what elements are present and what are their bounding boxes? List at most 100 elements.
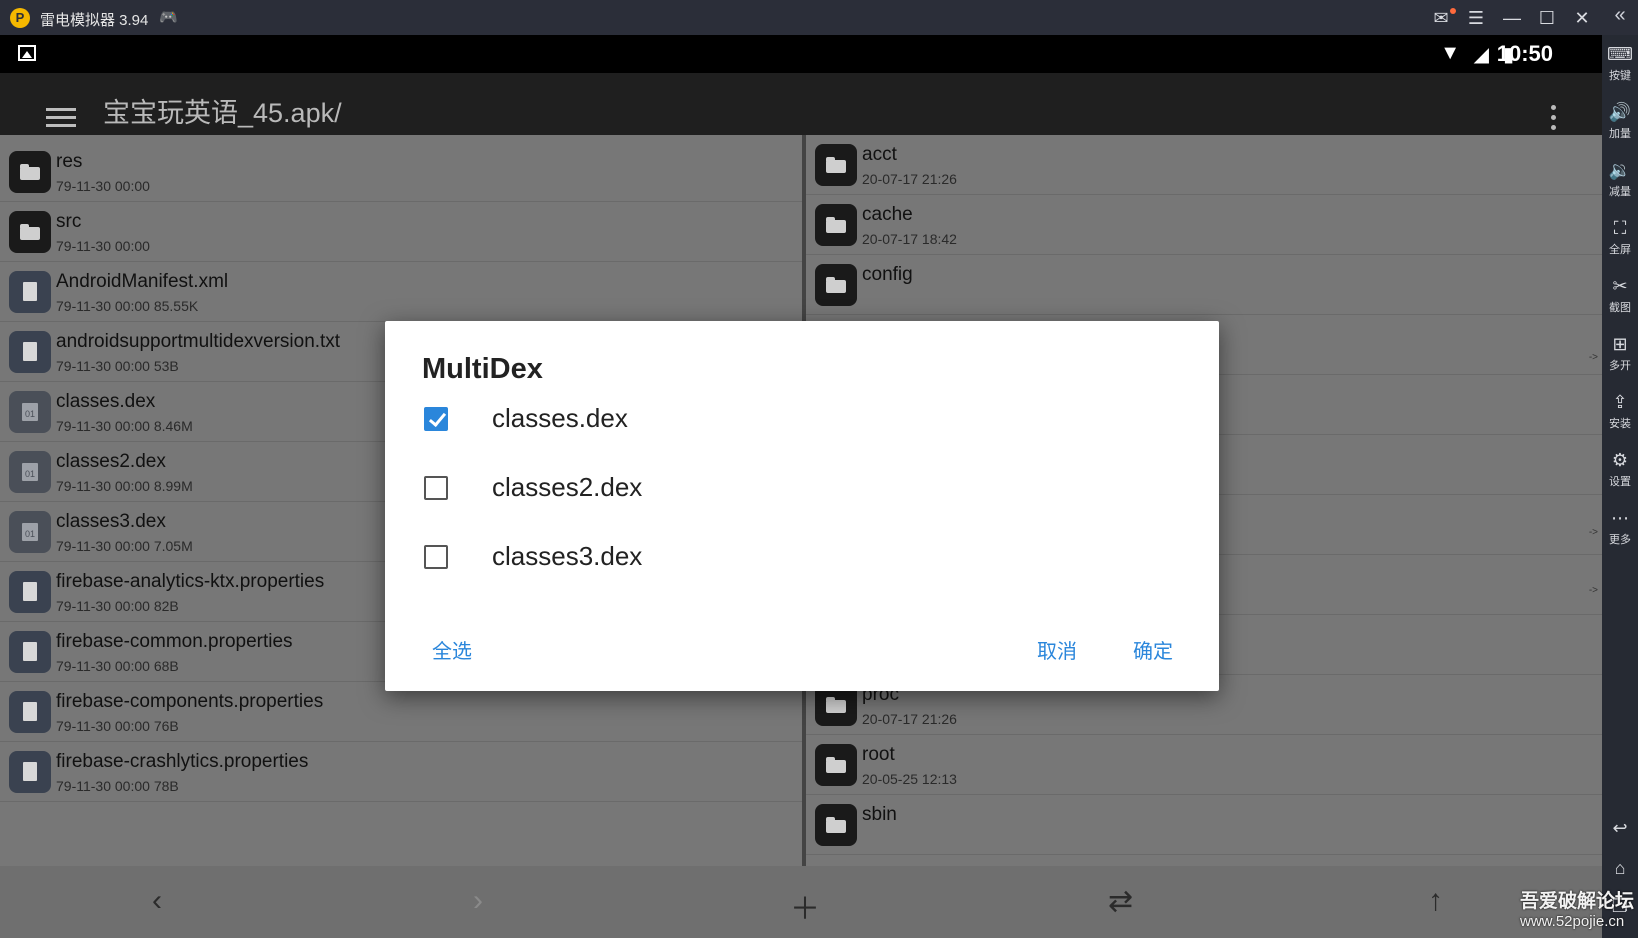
dex-option[interactable]: classes2.dex	[424, 466, 1124, 514]
select-all-button[interactable]: 全选	[432, 635, 472, 664]
dex-option-label: classes2.dex	[492, 472, 643, 502]
image-notification-icon	[18, 45, 36, 61]
file-row[interactable]: res 79-11-30 00:00	[0, 142, 802, 202]
file-meta: 79-11-30 00:00	[56, 238, 150, 254]
sidebar-item-fullscreen[interactable]: ⛶ 全屏	[1602, 217, 1638, 257]
minimize-button[interactable]: —	[1498, 5, 1526, 31]
file-meta: 79-11-30 00:00 53B	[56, 358, 179, 374]
home-nav-icon[interactable]: ⌂	[1602, 857, 1638, 879]
sidebar-item-more[interactable]: ⋯ 更多	[1602, 507, 1638, 547]
back-arrow-icon[interactable]: ‹	[152, 884, 162, 918]
file-name: firebase-components.properties	[56, 691, 324, 712]
sidebar-item-volume-down[interactable]: 🔉 减量	[1602, 159, 1638, 199]
sidebar-item-scissors[interactable]: ✂ 截图	[1602, 275, 1638, 315]
file-name: AndroidManifest.xml	[56, 271, 229, 292]
close-button[interactable]: ✕	[1568, 5, 1596, 31]
collapse-sidebar-icon[interactable]: «	[1602, 4, 1638, 27]
file-name: src	[56, 211, 82, 232]
dex-checkbox[interactable]	[424, 476, 448, 500]
menu-icon[interactable]: ☰	[1462, 5, 1490, 31]
file-row[interactable]: firebase-components.properties 79-11-30 0…	[0, 682, 802, 742]
sidebar-label: 设置	[1609, 476, 1631, 488]
file-name: firebase-analytics-ktx.properties	[56, 571, 325, 592]
file-meta: 79-11-30 00:00 68B	[56, 658, 179, 674]
ok-button[interactable]: 确定	[1133, 635, 1173, 664]
up-directory-icon[interactable]: ↑	[1428, 884, 1443, 918]
file-name: classes.dex	[56, 391, 156, 412]
hamburger-menu-icon[interactable]	[46, 108, 76, 128]
sidebar-item-gear[interactable]: ⚙ 设置	[1602, 449, 1638, 489]
folder-icon	[9, 151, 51, 193]
sidebar-item-multi-open[interactable]: ⊞ 多开	[1602, 333, 1638, 373]
keyboard-icon: ⌨	[1607, 44, 1633, 64]
sidebar-item-apk-install[interactable]: ⇪ 安装	[1602, 391, 1638, 431]
sidebar-item-volume-up[interactable]: 🔊 加量	[1602, 101, 1638, 141]
sidebar-label: 截图	[1609, 302, 1631, 314]
forward-arrow-icon[interactable]: ›	[473, 884, 483, 918]
document-icon	[9, 331, 51, 373]
dex-option[interactable]: classes3.dex	[424, 535, 1124, 583]
file-name: firebase-crashlytics.properties	[56, 751, 309, 772]
file-meta: 79-11-30 00:00 78B	[56, 778, 179, 794]
fullscreen-icon: ⛶	[1613, 218, 1627, 238]
file-row[interactable]: firebase-crashlytics.properties 79-11-30 …	[0, 742, 802, 802]
folder-icon	[9, 211, 51, 253]
dialog-title: MultiDex	[422, 353, 543, 385]
dex-option[interactable]: classes.dex	[424, 397, 1124, 445]
file-meta: 79-11-30 00:00 76B	[56, 718, 179, 734]
volume-up-icon: 🔊	[1608, 102, 1632, 122]
sidebar-label: 全屏	[1609, 244, 1631, 256]
file-row[interactable]: sbin	[806, 795, 1602, 855]
document-icon	[9, 751, 51, 793]
folder-icon	[815, 264, 857, 306]
file-name: config	[862, 264, 913, 285]
cancel-button[interactable]: 取消	[1037, 635, 1077, 664]
file-row[interactable]: root 20-05-25 12:13	[806, 735, 1602, 795]
link-arrow-hint: ->	[1588, 585, 1598, 596]
folder-icon	[815, 744, 857, 786]
scissors-icon: ✂	[1612, 276, 1628, 296]
mail-icon[interactable]: ✉	[1427, 5, 1456, 31]
emulator-logo-icon: P	[10, 8, 30, 28]
android-status-bar: ▼ ◢ ▮ 10:50	[0, 35, 1602, 73]
file-meta: 20-07-17 21:26	[862, 171, 957, 187]
file-row[interactable]: config	[806, 255, 1602, 315]
sidebar-item-keyboard[interactable]: ⌨ 按键	[1602, 43, 1638, 83]
file-row[interactable]: AndroidManifest.xml 79-11-30 00:00 85.55K	[0, 262, 802, 322]
gamepad-icon[interactable]: 🎮	[159, 8, 178, 26]
emulator-title-bar: P 雷电模拟器 3.94 🎮 ✉ ☰ — ☐ ✕	[0, 0, 1638, 35]
file-meta: 79-11-30 00:00	[56, 178, 150, 194]
window-title: 雷电模拟器 3.94	[40, 12, 149, 29]
file-name: androidsupportmultidexversion.txt	[56, 331, 341, 352]
file-row[interactable]: cache 20-07-17 18:42	[806, 195, 1602, 255]
folder-icon	[815, 144, 857, 186]
maximize-button[interactable]: ☐	[1533, 5, 1561, 31]
apk-install-icon: ⇪	[1612, 392, 1628, 412]
status-clock: 10:50	[1496, 41, 1553, 66]
emulator-sidebar: ⌨ 按键 🔊 加量 🔉 减量 ⛶ 全屏 ✂ 截图 ⊞ 多开 ⇪ 安装 ⚙ 设置 ⋯ 更多 ↩ ⌂ ❐	[1602, 35, 1638, 938]
overflow-menu-icon[interactable]	[1551, 105, 1557, 135]
dex-checkbox[interactable]	[424, 407, 448, 431]
swap-panes-icon[interactable]: ⇄	[1108, 884, 1133, 919]
dex-option-label: classes3.dex	[492, 541, 643, 571]
forum-watermark: 吾爱破解论坛 www.52pojie.cn	[1520, 892, 1634, 932]
file-name: classes3.dex	[56, 511, 166, 532]
add-icon[interactable]: ＋	[790, 884, 820, 928]
file-row[interactable]: src 79-11-30 00:00	[0, 202, 802, 262]
sidebar-label: 更多	[1609, 534, 1631, 546]
link-arrow-hint: ->	[1588, 352, 1598, 363]
file-meta: 20-07-17 21:26	[862, 711, 957, 727]
document-icon	[9, 271, 51, 313]
file-name: root	[862, 744, 895, 765]
no-signal-icon: ◢	[1473, 44, 1489, 66]
back-nav-icon[interactable]: ↩	[1602, 817, 1638, 839]
dex-file-icon	[9, 511, 51, 553]
bottom-action-bar: ‹ › ＋ ⇄ ↑	[0, 866, 1602, 938]
wifi-icon: ▼	[1440, 42, 1460, 64]
document-icon	[9, 691, 51, 733]
sidebar-label: 安装	[1609, 418, 1631, 430]
folder-icon	[815, 804, 857, 846]
volume-down-icon: 🔉	[1608, 160, 1632, 180]
file-row[interactable]: acct 20-07-17 21:26	[806, 135, 1602, 195]
dex-checkbox[interactable]	[424, 545, 448, 569]
